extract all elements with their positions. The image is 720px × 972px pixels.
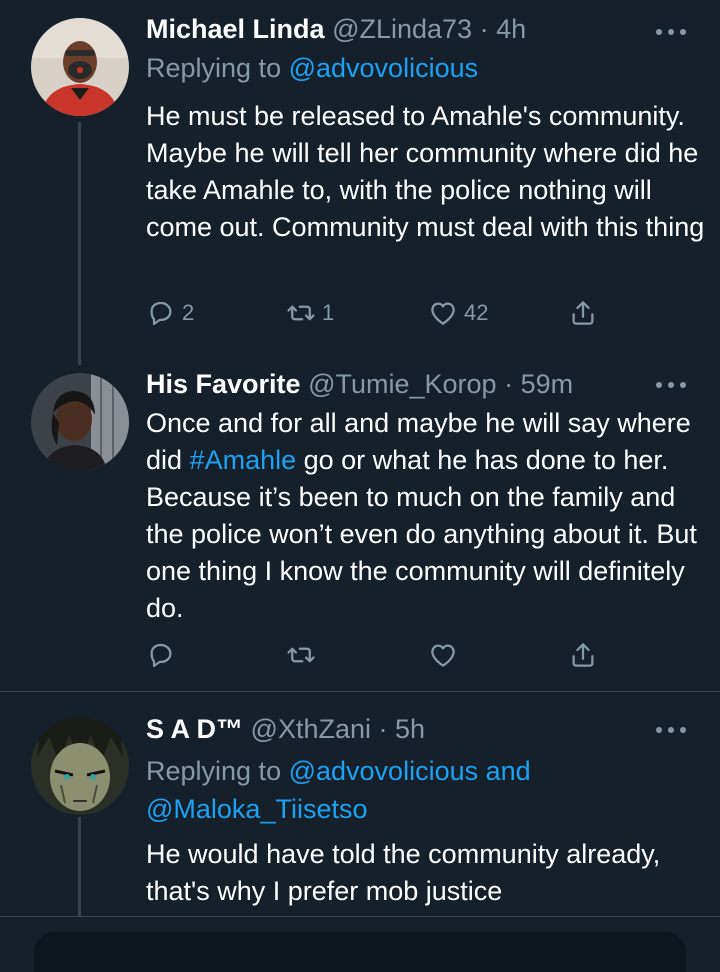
tweet-text: He must be released to Amahle's communit… bbox=[146, 101, 705, 242]
tweet-text: He would have told the community already… bbox=[146, 839, 661, 906]
hashtag-link[interactable]: #Amahle bbox=[190, 445, 297, 475]
retweet-button[interactable]: 1 bbox=[286, 298, 334, 328]
share-button[interactable] bbox=[568, 640, 598, 670]
reply-button[interactable] bbox=[146, 640, 182, 670]
reply-icon bbox=[146, 298, 176, 328]
reply-count: 2 bbox=[182, 300, 195, 325]
reply-button[interactable]: 2 bbox=[146, 298, 194, 328]
mention-link[interactable]: @advovolicious bbox=[289, 53, 479, 83]
replying-to: Replying to @advovolicious bbox=[146, 53, 478, 84]
avatar[interactable] bbox=[31, 18, 129, 116]
thread-line bbox=[78, 122, 81, 365]
display-name[interactable]: S A D™ bbox=[146, 714, 243, 744]
retweet-icon bbox=[286, 640, 316, 670]
timestamp[interactable]: · 5h bbox=[379, 714, 426, 744]
mention-link[interactable]: @Maloka_Tiisetso bbox=[146, 794, 367, 824]
user-handle[interactable]: @ZLinda73 bbox=[332, 14, 472, 44]
retweet-icon bbox=[286, 298, 316, 328]
mention-link[interactable]: @advovolicious bbox=[289, 756, 479, 786]
reply-icon bbox=[146, 640, 176, 670]
tweet-header: His Favorite @Tumie_Korop · 59m bbox=[146, 369, 680, 400]
like-count: 42 bbox=[464, 300, 489, 325]
tweet[interactable]: S A D™ @XthZani · 5h Replying to @advovo… bbox=[0, 692, 720, 916]
replying-to: Replying to @advovolicious and @Maloka_T… bbox=[146, 752, 531, 828]
more-icon[interactable] bbox=[656, 26, 686, 38]
more-icon[interactable] bbox=[656, 724, 686, 736]
action-bar: 2 1 42 bbox=[146, 298, 616, 334]
timestamp[interactable]: · 4h bbox=[480, 14, 527, 44]
like-icon bbox=[428, 298, 458, 328]
user-handle[interactable]: @Tumie_Korop bbox=[308, 369, 497, 399]
share-icon bbox=[568, 640, 598, 670]
timestamp[interactable]: · 59m bbox=[504, 369, 573, 399]
replying-and: and bbox=[478, 756, 531, 786]
replying-prefix: Replying to bbox=[146, 53, 289, 83]
divider bbox=[0, 916, 720, 917]
tweet-text: Once and for all and maybe he will say w… bbox=[146, 405, 706, 627]
display-name[interactable]: Michael Linda bbox=[146, 14, 325, 44]
share-icon bbox=[568, 298, 598, 328]
tweet[interactable]: His Favorite @Tumie_Korop · 59m Once and… bbox=[0, 365, 720, 690]
like-icon bbox=[428, 640, 458, 670]
like-button[interactable]: 42 bbox=[428, 298, 488, 328]
display-name[interactable]: His Favorite bbox=[146, 369, 301, 399]
tweet-header: Michael Linda @ZLinda73 · 4h bbox=[146, 14, 680, 45]
avatar[interactable] bbox=[31, 717, 129, 815]
retweet-count: 1 bbox=[322, 300, 335, 325]
more-icon[interactable] bbox=[656, 379, 686, 391]
retweet-button[interactable] bbox=[286, 640, 322, 670]
share-button[interactable] bbox=[568, 298, 598, 328]
tweet[interactable]: Michael Linda @ZLinda73 · 4h Replying to… bbox=[0, 0, 720, 365]
avatar[interactable] bbox=[31, 373, 129, 471]
user-handle[interactable]: @XthZani bbox=[251, 714, 371, 744]
replying-prefix: Replying to bbox=[146, 756, 289, 786]
compose-reply-bar[interactable] bbox=[34, 932, 686, 972]
tweet-header: S A D™ @XthZani · 5h bbox=[146, 714, 680, 745]
action-bar bbox=[146, 640, 616, 676]
thread-line bbox=[78, 817, 81, 916]
like-button[interactable] bbox=[428, 640, 464, 670]
